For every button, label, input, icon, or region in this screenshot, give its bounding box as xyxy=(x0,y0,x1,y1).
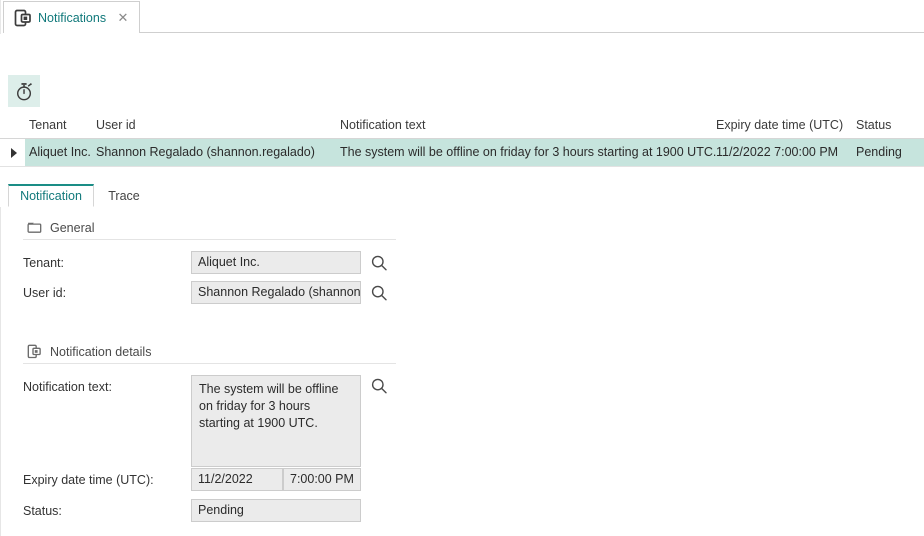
grid-column-header-expiry-date-time[interactable]: Expiry date time (UTC) xyxy=(716,118,843,132)
notification-detail-panel: General Tenant: Aliquet Inc. User id: Sh… xyxy=(0,207,924,536)
grid-column-header-user-id[interactable]: User id xyxy=(96,118,136,132)
grid-bottom-divider xyxy=(0,166,924,167)
tabstrip-baseline xyxy=(140,32,924,33)
notification-device-icon xyxy=(14,9,32,27)
document-tab-notifications[interactable]: Notifications ✕ xyxy=(3,1,140,33)
section-divider-notification-details xyxy=(23,363,396,364)
toolbar xyxy=(0,34,924,114)
detail-tab-strip: Notification Trace xyxy=(0,184,924,208)
notifications-grid: Tenant User id Notification text Expiry … xyxy=(0,114,924,167)
section-title-notification-details: Notification details xyxy=(50,344,152,359)
grid-column-header-tenant[interactable]: Tenant xyxy=(29,118,67,132)
tab-trace-label: Trace xyxy=(108,188,140,203)
label-status: Status: xyxy=(23,504,62,518)
close-icon[interactable]: ✕ xyxy=(116,11,130,25)
grid-header-row: Tenant User id Notification text Expiry … xyxy=(0,114,924,139)
cell-tenant: Aliquet Inc. xyxy=(29,145,91,159)
row-indicator-icon xyxy=(11,148,17,158)
cell-status: Pending xyxy=(856,145,902,159)
label-user-id: User id: xyxy=(23,286,67,300)
section-header-general: General xyxy=(27,220,94,235)
user-id-lookup-icon[interactable] xyxy=(369,283,389,303)
label-notification-text: Notification text: xyxy=(23,380,112,394)
table-row[interactable]: Aliquet Inc. Shannon Regalado (shannon.r… xyxy=(0,139,924,167)
grid-column-header-notification-text[interactable]: Notification text xyxy=(340,118,425,132)
label-expiry-date-time: Expiry date time (UTC): xyxy=(23,473,154,487)
notification-text-field[interactable]: The system will be offline on friday for… xyxy=(191,375,361,467)
tenant-lookup-icon[interactable] xyxy=(369,253,389,273)
expiry-date-field[interactable]: 11/2/2022 xyxy=(191,468,283,491)
document-tab-label: Notifications xyxy=(38,10,107,25)
section-header-notification-details: Notification details xyxy=(27,344,151,359)
user-id-field[interactable]: Shannon Regalado (shannon. xyxy=(191,281,361,304)
stopwatch-icon xyxy=(14,81,35,102)
label-tenant: Tenant: xyxy=(23,256,65,270)
section-divider-general xyxy=(23,239,396,240)
status-field[interactable]: Pending xyxy=(191,499,361,522)
section-title-general: General xyxy=(50,220,95,235)
cell-expiry-date-time: 11/2/2022 7:00:00 PM xyxy=(716,145,839,159)
cell-notification-text: The system will be offline on friday for… xyxy=(340,145,717,159)
tab-notification-label: Notification xyxy=(20,189,82,203)
tab-trace[interactable]: Trace xyxy=(96,184,152,207)
cell-user-id: Shannon Regalado (shannon.regalado) xyxy=(96,145,315,159)
tenant-field[interactable]: Aliquet Inc. xyxy=(191,251,361,274)
tabstrip-left-edge xyxy=(0,0,1,34)
expiry-time-field[interactable]: 7:00:00 PM xyxy=(283,468,361,491)
tab-notification[interactable]: Notification xyxy=(8,184,94,207)
folder-icon xyxy=(27,220,42,235)
grid-column-header-status[interactable]: Status xyxy=(856,118,891,132)
document-tab-strip: Notifications ✕ xyxy=(0,0,924,34)
notification-device-icon xyxy=(27,344,42,359)
notification-text-lookup-icon[interactable] xyxy=(369,376,389,396)
timer-button[interactable] xyxy=(8,75,40,107)
